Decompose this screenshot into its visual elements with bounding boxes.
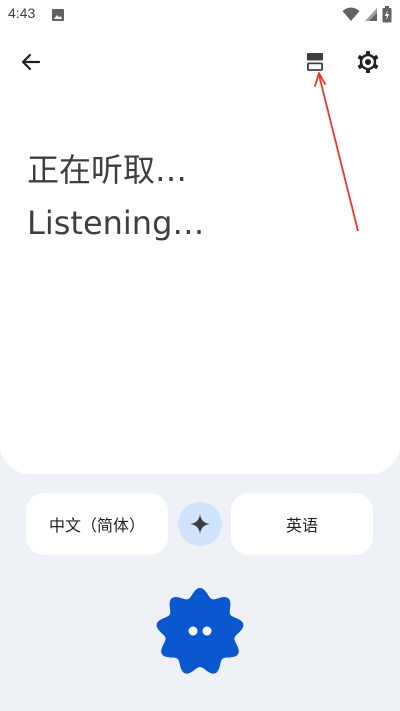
listening-dots-icon [156,588,244,674]
mic-listening-button[interactable] [150,584,250,680]
target-language-button[interactable]: 英语 [231,493,373,555]
source-language-button[interactable]: 中文（简体） [26,493,168,555]
swap-languages-button[interactable] [178,502,222,546]
sparkle-icon [190,514,210,534]
